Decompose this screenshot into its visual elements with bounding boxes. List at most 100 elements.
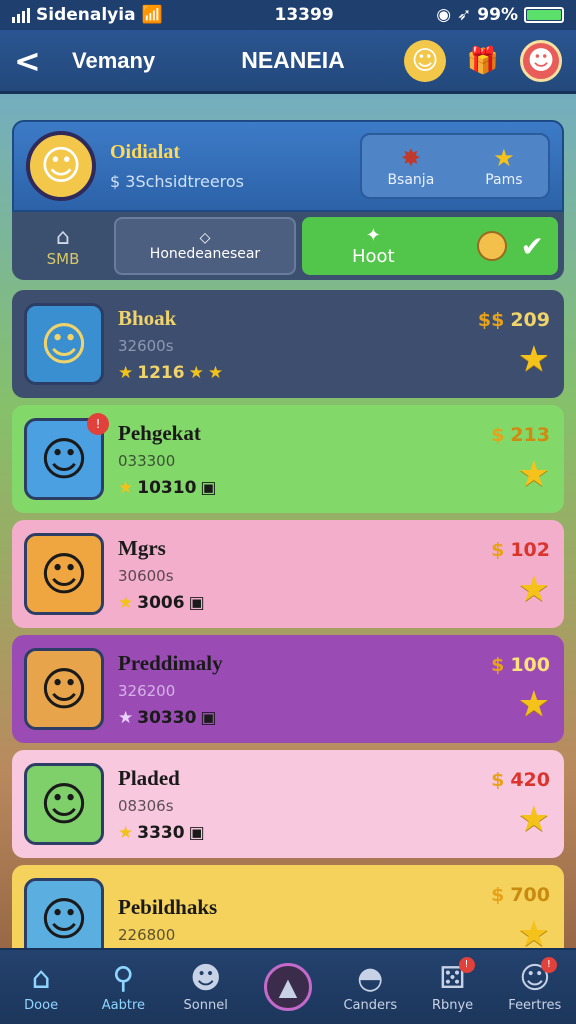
item-name: Pladed [118, 765, 180, 790]
tab-label: Hoot [352, 246, 395, 267]
dice-icon: ⚄! [413, 957, 493, 996]
coin-icon: $ [491, 768, 505, 791]
item-name: Mgrs [118, 535, 166, 560]
item-name: Bhoak [118, 305, 177, 330]
bottom-nav-home[interactable]: ⌂ Dooe [1, 961, 81, 1013]
favorite-star-icon[interactable]: ★ [460, 569, 550, 610]
list-item[interactable]: ☺! Pehgekat 033300 ★ 10310 ▣ $213 ★ [12, 405, 564, 513]
nav-label: Dooe [24, 998, 59, 1013]
character-thumbnail: ☺ [24, 648, 104, 730]
tab-home[interactable]: ⌂ SMB [18, 217, 108, 275]
item-name: Pehgekat [118, 420, 201, 445]
location-icon: ◉ [436, 5, 452, 25]
coin-icon: $ [491, 883, 505, 906]
list-item[interactable]: ☺ Bhoak 32600s ★ 1216 ★ ★ $$ 209 ★ [12, 290, 564, 398]
nav-bar: < Vemany NEANEIA ☺ 🎁 ☻ [0, 30, 576, 94]
notification-badge: ! [87, 413, 109, 435]
nav-label: Aabtre [101, 998, 146, 1013]
star-burst-icon: ✸ [400, 144, 421, 172]
item-price: 420 [510, 768, 550, 791]
bottom-nav: ⌂ Dooe ⚲ Aabtre ☻ Sonnel ▲ ◓ Canders ⚄! … [0, 948, 576, 1024]
bottom-nav-play[interactable]: ▲ [248, 963, 328, 1011]
action-label: Pams [485, 172, 523, 188]
spark-icon: ✦ [365, 225, 381, 246]
bottom-nav-character[interactable]: ☻ Sonnel [166, 961, 246, 1013]
coin-icon: $ [491, 538, 505, 561]
character-thumbnail: ☺ [24, 303, 104, 385]
profile-card: ☺ Oidialat $ 3Schsidtreeros ✸ Bsanja ★ P… [12, 120, 564, 212]
favorite-star-icon[interactable]: ★ [460, 454, 550, 495]
profile-action-bsanja[interactable]: ✸ Bsanja [387, 144, 434, 188]
cube-icon: ▣ [188, 592, 205, 613]
list-item[interactable]: ☺ Pladed 08306s ★ 3330 ▣ $420 ★ [12, 750, 564, 858]
search-icon: ⚲ [112, 961, 135, 996]
smiley-icon [476, 231, 507, 261]
item-subtitle: 226800 [118, 925, 176, 944]
alarm-icon: ➶ [457, 5, 472, 25]
cube-icon: ▣ [188, 822, 205, 843]
status-bar: Sidenalyia 📶 13399 ◉ ➶ 99% [0, 0, 576, 30]
gift-box-icon[interactable]: 🎁 [462, 40, 504, 82]
avatar[interactable]: ☻ [520, 39, 562, 82]
coin-icon: $ [491, 423, 505, 446]
item-price: 209 [510, 308, 550, 331]
tab-hot[interactable]: ✦ Hoot ✔ [302, 217, 558, 275]
action-label: Bsanja [387, 172, 435, 188]
nav-label: Rbnye [431, 998, 474, 1013]
item-subtitle: 32600s [118, 336, 174, 355]
coin-face-icon[interactable]: ☺ [404, 39, 446, 82]
battery-percent: 99% [477, 5, 518, 25]
cube-icon: ▣ [200, 707, 217, 728]
back-button[interactable]: < [14, 42, 46, 80]
item-stats: 3006 [137, 592, 185, 613]
item-stats: 3330 [137, 822, 185, 843]
coin-icon: $ [491, 653, 505, 676]
page-title: NEANEIA [241, 47, 345, 73]
item-price: 213 [510, 423, 550, 446]
star-icon: ★ [118, 362, 134, 383]
star-icon: ★ [493, 144, 515, 172]
item-price: 700 [510, 883, 550, 906]
star-icon: ★ [188, 362, 204, 383]
list-item[interactable]: ☺ Mgrs 30600s ★ 3006 ▣ $102 ★ [12, 520, 564, 628]
bottom-nav-profile[interactable]: ☺! Feertres [495, 957, 575, 1013]
clock: 13399 [274, 5, 334, 25]
tab-middle[interactable]: ◇ Honedeanesear [114, 217, 296, 275]
item-subtitle: 08306s [118, 796, 174, 815]
character-thumbnail: ☺ [24, 763, 104, 845]
item-stats: 30330 [137, 707, 197, 728]
favorite-star-icon[interactable]: ★ [460, 684, 550, 725]
profile-name: Oidialat [110, 141, 181, 163]
notification-badge: ! [458, 957, 475, 973]
play-icon: ▲ [263, 963, 312, 1011]
character-thumbnail: ☺! [24, 413, 109, 500]
signal-icon [12, 7, 30, 23]
bottom-nav-dice[interactable]: ⚄! Rbnye [413, 957, 493, 1013]
bottom-nav-search[interactable]: ⚲ Aabtre [83, 961, 163, 1013]
star-icon: ★ [118, 707, 134, 728]
favorite-star-icon[interactable]: ★ [460, 339, 550, 380]
item-subtitle: 033300 [118, 451, 176, 470]
profile-action-pams[interactable]: ★ Pams [485, 144, 522, 188]
bottom-nav-bell[interactable]: ◓ Canders [330, 961, 410, 1013]
cube-icon: ▣ [200, 477, 217, 498]
carrier-label: Sidenalyia [36, 5, 136, 25]
item-stats: 1216 [137, 362, 185, 383]
star-icon: ★ [118, 477, 134, 498]
item-name: Pebildhaks [118, 894, 218, 919]
home-icon: ⌂ [31, 961, 51, 996]
item-name: Preddimaly [118, 650, 223, 675]
coin-icon: $$ [477, 308, 505, 331]
item-list: ☺ Bhoak 32600s ★ 1216 ★ ★ $$ 209 ★ ☺! Pehgek… [12, 290, 564, 980]
profile-avatar[interactable]: ☺ [26, 131, 96, 201]
nav-label: Feertres [508, 998, 562, 1013]
profile-subtitle: $ 3Schsidtreeros [110, 172, 245, 191]
favorite-star-icon[interactable]: ★ [460, 799, 550, 840]
character-icon: ☻ [190, 961, 222, 996]
item-subtitle: 326200 [118, 681, 176, 700]
battery-icon [524, 7, 564, 23]
list-item[interactable]: ☺ Preddimaly 326200 ★ 30330 ▣ $100 ★ [12, 635, 564, 743]
notification-badge: ! [540, 957, 557, 973]
character-thumbnail: ☺ [24, 533, 104, 615]
home-icon: ⌂ [56, 224, 70, 250]
